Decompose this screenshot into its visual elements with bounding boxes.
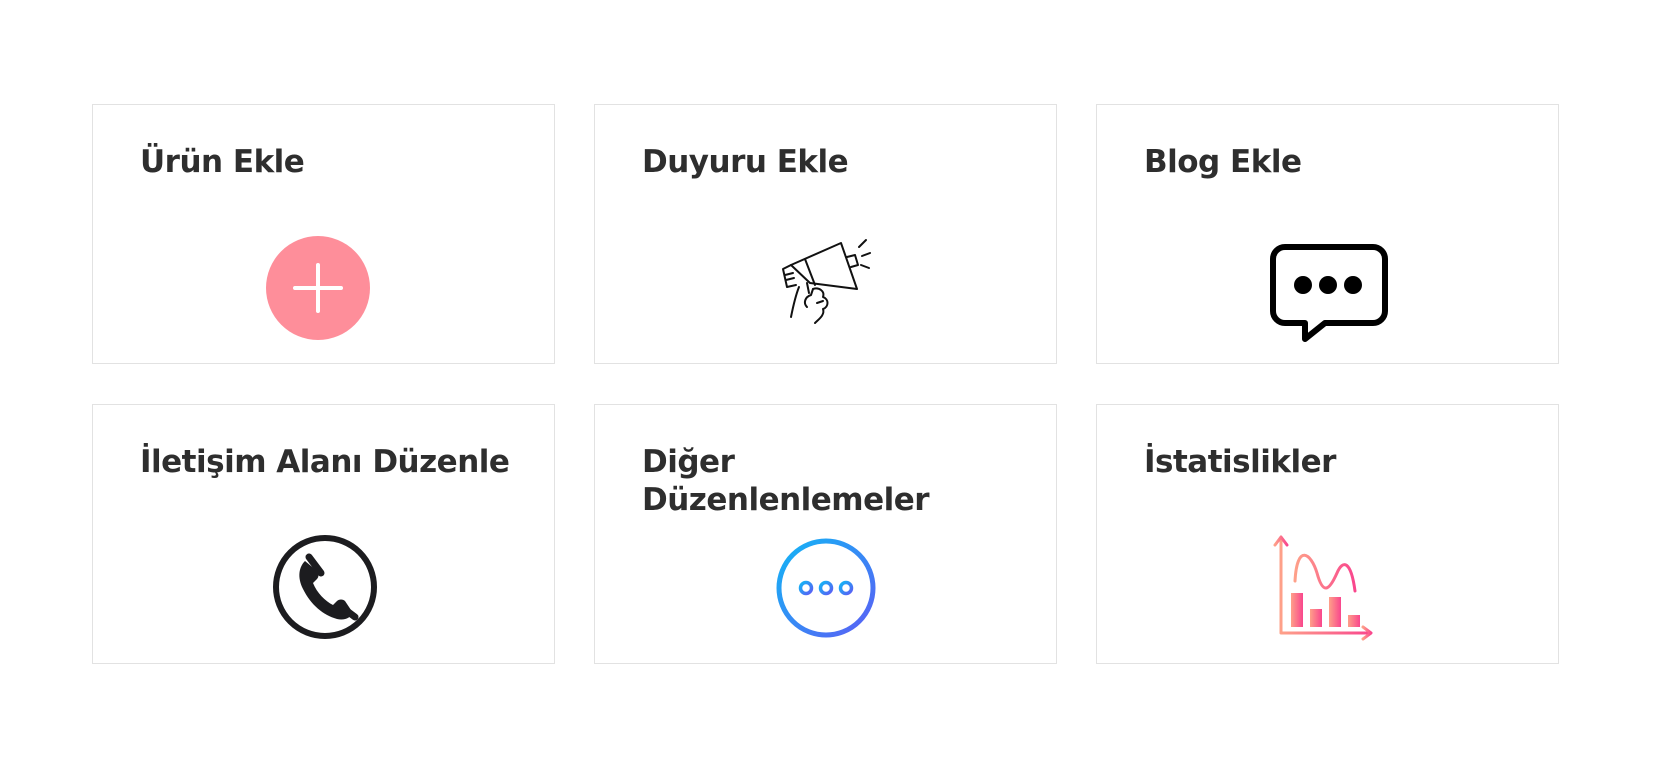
card-title: Ürün Ekle — [140, 144, 305, 180]
card-title: İletişim Alanı Düzenle — [140, 444, 510, 480]
card-title: Blog Ekle — [1144, 144, 1302, 180]
quick-actions-grid: Ürün Ekle Duyuru Ekle Blog Ekle İletişim… — [0, 0, 1665, 769]
phone-icon — [273, 535, 377, 639]
card-other-settings[interactable]: Diğer Düzenlenlemeler — [594, 404, 1057, 664]
megaphone-icon — [782, 239, 871, 324]
chat-bubble-icon — [1270, 244, 1388, 342]
card-add-announcement[interactable]: Duyuru Ekle — [594, 104, 1057, 364]
card-title: İstatislikler — [1144, 444, 1336, 480]
card-title: Duyuru Ekle — [642, 144, 849, 180]
statistics-chart-icon — [1273, 535, 1373, 641]
card-title: Diğer Düzenlenlemeler — [642, 444, 930, 518]
card-add-product[interactable]: Ürün Ekle — [92, 104, 555, 364]
card-edit-contact[interactable]: İletişim Alanı Düzenle — [92, 404, 555, 664]
card-statistics[interactable]: İstatislikler — [1096, 404, 1559, 664]
card-add-blog[interactable]: Blog Ekle — [1096, 104, 1559, 364]
more-icon — [776, 538, 876, 638]
plus-circle-icon — [266, 236, 370, 340]
